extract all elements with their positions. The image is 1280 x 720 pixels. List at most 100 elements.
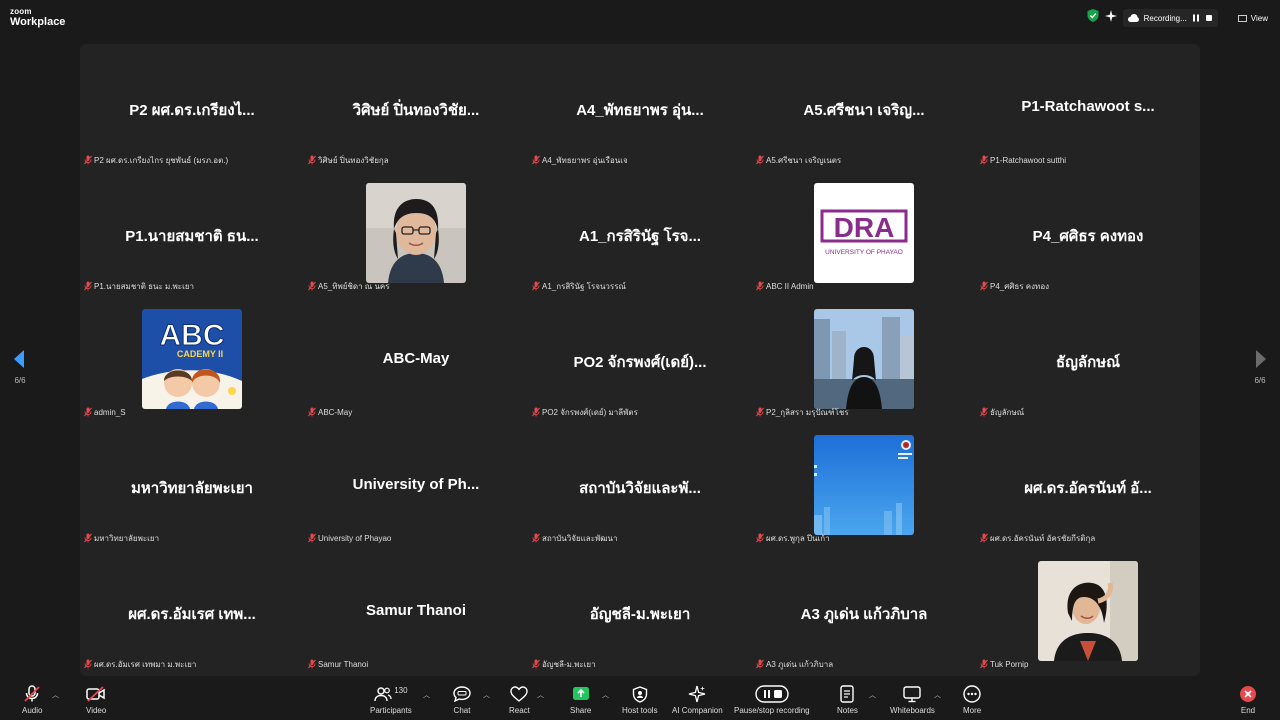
notes-icon xyxy=(839,684,855,704)
react-label: React xyxy=(509,706,530,715)
abc-logo-text: ABC xyxy=(160,319,225,352)
participant-display-name: P1.นายสมชาติ ธน... xyxy=(125,228,259,245)
recording-label: Recording... xyxy=(1143,13,1187,23)
next-page-button[interactable]: 6/6 xyxy=(1250,348,1270,392)
participant-name-label: มหาวิทยาลัยพะเยา xyxy=(84,532,159,544)
mic-off-icon xyxy=(23,684,41,704)
brand-line2: Workplace xyxy=(10,16,66,28)
participant-tile[interactable]: มหาวิทยาลัยพะเยา มหาวิทยาลัยพะเยา xyxy=(80,422,304,548)
stop-icon[interactable] xyxy=(1205,9,1213,27)
whiteboards-label: Whiteboards xyxy=(890,706,935,715)
participant-tile[interactable]: ผศ.ดร.อัมเรศ เทพ... ผศ.ดร.อัมเรศ เทพมา ม.… xyxy=(80,548,304,674)
participant-display-name: P4_ศศิธร คงทอง xyxy=(1032,228,1144,245)
participants-options-chevron-icon[interactable]: ︿ xyxy=(423,690,430,700)
participant-tile[interactable]: Tuk Pornip xyxy=(976,548,1200,674)
mic-muted-icon xyxy=(84,659,92,669)
participant-tile[interactable]: P1.นายสมชาติ ธน... P1.นายสมชาติ ธนะ ม.พะเ… xyxy=(80,170,304,296)
previous-page-button[interactable]: 6/6 xyxy=(10,348,30,392)
participant-tile[interactable]: วิศิษย์ ปิ่นทองวิชัย... วิศิษย์ ปิ่นทองวิ… xyxy=(304,44,528,170)
participant-name-text: A5.ศรีชนา เจริญเนตร xyxy=(766,155,842,165)
participants-count: 130 xyxy=(394,685,408,695)
participant-name-label: University of Phayao xyxy=(308,532,391,544)
zoom-logo: zoom Workplace xyxy=(10,8,65,28)
mic-muted-icon xyxy=(308,659,316,669)
audio-options-chevron-icon[interactable]: ︿ xyxy=(52,690,59,700)
participant-name-text: P2 ผศ.ดร.เกรียงไกร ยุชพันธ์ (มรภ.อต.) xyxy=(94,155,229,165)
pause-icon[interactable] xyxy=(1192,9,1200,27)
view-button[interactable]: View xyxy=(1237,13,1268,23)
participant-tile[interactable]: ธัญลักษณ์ ธัญลักษณ์ xyxy=(976,296,1200,422)
participant-name-label: P4_ศศิธร คงทอง xyxy=(980,280,1049,292)
participant-name-label: ธัญลักษณ์ xyxy=(980,406,1024,418)
participant-tile[interactable]: University of Ph... University of Phayao xyxy=(304,422,528,548)
participant-tile[interactable]: P1-Ratchawoot s... P1-Ratchawoot sutthi xyxy=(976,44,1200,170)
ai-companion-button[interactable]: AI Companion xyxy=(672,684,723,718)
participant-tile[interactable]: DRA UNIVERSITY OF PHAYAO ABC II Admin xyxy=(752,170,976,296)
participant-tile[interactable]: ABC-May ABC-May xyxy=(304,296,528,422)
chat-options-chevron-icon[interactable]: ︿ xyxy=(483,690,490,700)
participant-tile[interactable]: A5_ทิพย์ชิดา ณ นคร xyxy=(304,170,528,296)
participant-name-label: ผศ.ดร.อัครนันท์ อัครชัยกีรติกุล xyxy=(980,532,1095,544)
participant-name-text: ธัญลักษณ์ xyxy=(990,407,1025,417)
more-button[interactable]: More xyxy=(963,684,981,718)
mic-muted-icon xyxy=(84,155,92,165)
participant-tile[interactable]: ABC CADEMY II admin_S xyxy=(80,296,304,422)
participant-tile[interactable]: สถาบันวิจัยและพั... สถาบันวิจัยและพัฒนา xyxy=(528,422,752,548)
abc-logo-sub: CADEMY II xyxy=(177,349,223,359)
meeting-toolbar: Audio ︿ Video 130 Participants ︿ Chat ︿ … xyxy=(0,682,1280,720)
end-meeting-button[interactable]: End xyxy=(1239,684,1257,718)
participant-tile[interactable]: P2_กุลิสรา มรุปัณฑ์โชร xyxy=(752,296,976,422)
participant-tile[interactable]: P4_ศศิธร คงทอง P4_ศศิธร คงทอง xyxy=(976,170,1200,296)
mic-muted-icon xyxy=(756,533,764,543)
view-label: View xyxy=(1250,13,1268,23)
share-options-chevron-icon[interactable]: ︿ xyxy=(602,690,609,700)
react-options-chevron-icon[interactable]: ︿ xyxy=(537,690,544,700)
participant-display-name: University of Ph... xyxy=(352,476,480,493)
participant-display-name: อัญชลี-ม.พะเยา xyxy=(589,606,691,623)
audio-label: Audio xyxy=(22,706,43,715)
notes-label: Notes xyxy=(837,706,858,715)
recording-indicator[interactable]: Recording... xyxy=(1122,9,1218,27)
participant-name-text: P4_ศศิธร คงทอง xyxy=(990,281,1050,291)
whiteboard-icon xyxy=(903,684,922,704)
audio-button[interactable]: Audio xyxy=(22,684,42,718)
participant-name-text: สถาบันวิจัยและพัฒนา xyxy=(542,533,618,543)
whiteboards-options-chevron-icon[interactable]: ︿ xyxy=(934,690,941,700)
participant-name-label: สถาบันวิจัยและพัฒนา xyxy=(532,532,617,544)
host-tools-button[interactable]: Host tools xyxy=(622,684,658,718)
share-button[interactable]: Share xyxy=(570,684,591,718)
participant-tile[interactable]: Samur Thanoi Samur Thanoi xyxy=(304,548,528,674)
participant-tile[interactable]: อัญชลี-ม.พะเยา อัญชลี-ม.พะเยา xyxy=(528,548,752,674)
participant-tile[interactable]: A3 ภูเด่น แก้วภิบาล A3 ภูเด่น แก้วภิบาล xyxy=(752,548,976,674)
notes-options-chevron-icon[interactable]: ︿ xyxy=(869,690,876,700)
dra-logo-text: DRA xyxy=(834,212,895,243)
whiteboards-button[interactable]: Whiteboards xyxy=(890,684,935,718)
mic-muted-icon xyxy=(756,155,764,165)
participant-tile[interactable]: ผศ.ดร.อัครนันท์ อั... ผศ.ดร.อัครนันท์ อัค… xyxy=(976,422,1200,548)
participant-video: ABC CADEMY II xyxy=(142,309,242,409)
participant-tile[interactable]: A5.ศรีชนา เจริญ... A5.ศรีชนา เจริญเนตร xyxy=(752,44,976,170)
participant-display-name: ธัญลักษณ์ xyxy=(1055,354,1120,371)
ai-sparkle-icon[interactable] xyxy=(1104,9,1117,27)
participant-name-text: A5_ทิพย์ชิดา ณ นคร xyxy=(318,281,390,291)
participant-tile[interactable]: A1_กรสิรินัฐ โรจ... A1_กรสิรินัฐ โรจนวรรณ… xyxy=(528,170,752,296)
react-button[interactable]: React xyxy=(509,684,530,718)
mic-muted-icon xyxy=(532,407,540,417)
pause-stop-recording-button[interactable]: Pause/stop recording xyxy=(734,684,810,718)
notes-button[interactable]: Notes xyxy=(837,684,858,718)
chat-button[interactable]: Chat xyxy=(453,684,471,718)
video-off-icon xyxy=(86,684,106,704)
gallery-view: P2 ผศ.ดร.เกรียงไ... P2 ผศ.ดร.เกรียงไกร ยุ… xyxy=(80,44,1200,676)
participants-button[interactable]: 130 Participants xyxy=(370,684,412,718)
chat-icon xyxy=(453,684,471,704)
participant-name-label: A5_ทิพย์ชิดา ณ นคร xyxy=(308,280,390,292)
participant-name-label: A3 ภูเด่น แก้วภิบาล xyxy=(756,658,833,670)
participant-tile[interactable]: ผศ.ดร.พูกุล ปีนเก้า xyxy=(752,422,976,548)
participants-label: Participants xyxy=(370,706,412,715)
participant-tile[interactable]: PO2 จักรพงศ์(เดย์)... PO2 จักรพงศ์(เดย์) … xyxy=(528,296,752,422)
video-button[interactable]: Video xyxy=(86,684,106,718)
participant-tile[interactable]: A4_พัทธยาพร อุ่น... A4_พัทธยาพร อุ่นเรือน… xyxy=(528,44,752,170)
shield-check-icon[interactable] xyxy=(1087,9,1099,27)
end-label: End xyxy=(1240,706,1256,715)
participant-tile[interactable]: P2 ผศ.ดร.เกรียงไ... P2 ผศ.ดร.เกรียงไกร ยุ… xyxy=(80,44,304,170)
